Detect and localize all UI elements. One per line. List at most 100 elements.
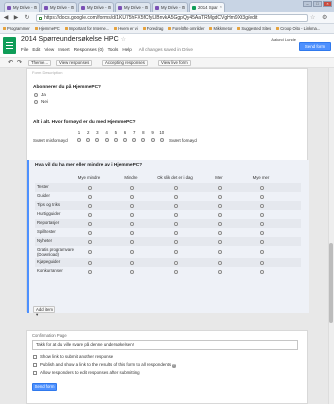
- browser-tab[interactable]: My Drive - G ×: [78, 2, 114, 12]
- scale-radio[interactable]: [159, 138, 164, 142]
- bookmark-item[interactable]: HjemmePC: [34, 26, 60, 31]
- radio-option[interactable]: [34, 93, 38, 97]
- scale-radio[interactable]: [95, 138, 100, 142]
- scale-radio[interactable]: [113, 138, 118, 142]
- grid-radio[interactable]: [218, 260, 222, 265]
- grid-radio[interactable]: [130, 221, 134, 226]
- grid-radio[interactable]: [218, 221, 222, 226]
- settings-wrench-icon[interactable]: ⚙: [322, 14, 327, 21]
- checkbox-publish-results[interactable]: [33, 363, 37, 367]
- grid-radio[interactable]: [130, 230, 134, 235]
- grid-radio[interactable]: [260, 194, 264, 199]
- grid-radio[interactable]: [174, 269, 178, 274]
- menu-edit[interactable]: Edit: [32, 47, 40, 52]
- radio-option[interactable]: [34, 100, 38, 104]
- grid-radio[interactable]: [88, 230, 92, 235]
- question-title[interactable]: Alt i alt. Hvor fornøyd er du med Hjemme…: [33, 120, 136, 125]
- star-icon[interactable]: ☆: [121, 37, 126, 43]
- grid-radio[interactable]: [174, 250, 178, 254]
- close-tab-icon[interactable]: ×: [109, 4, 111, 9]
- question-title[interactable]: Hva vil du ha mer eller mindre av i Hjem…: [35, 163, 142, 168]
- browser-tab[interactable]: My Drive - G ×: [115, 2, 151, 12]
- scrollbar-thumb[interactable]: [329, 243, 333, 323]
- form-description[interactable]: Form Description: [32, 70, 62, 75]
- bookmark-item[interactable]: Croop Oito - Linkma...: [276, 26, 320, 31]
- send-form-button[interactable]: Send form: [299, 42, 331, 51]
- close-tab-icon[interactable]: ×: [146, 4, 148, 9]
- grid-radio[interactable]: [88, 203, 92, 208]
- grid-radio[interactable]: [130, 194, 134, 199]
- grid-radio[interactable]: [218, 239, 222, 244]
- grid-radio[interactable]: [88, 194, 92, 199]
- grid-radio[interactable]: [174, 212, 178, 217]
- scale-radio[interactable]: [132, 138, 137, 142]
- bookmark-item[interactable]: Suggested Sites: [237, 26, 271, 31]
- undo-icon[interactable]: ↶: [8, 60, 13, 66]
- close-tab-icon[interactable]: ×: [35, 4, 37, 9]
- send-form-button-bottom[interactable]: Send form: [32, 383, 57, 391]
- bookmark-item[interactable]: Forelöfte omrilder: [168, 26, 204, 31]
- grid-radio[interactable]: [218, 230, 222, 235]
- grid-radio[interactable]: [88, 269, 92, 274]
- grid-radio[interactable]: [130, 212, 134, 217]
- grid-radio[interactable]: [174, 203, 178, 208]
- grid-radio[interactable]: [260, 203, 264, 208]
- grid-radio[interactable]: [260, 250, 264, 254]
- grid-radio[interactable]: [130, 260, 134, 265]
- scale-radio[interactable]: [141, 138, 146, 142]
- grid-radio[interactable]: [130, 250, 134, 254]
- grid-radio[interactable]: [218, 194, 222, 199]
- redo-icon[interactable]: ↷: [17, 60, 22, 66]
- grid-radio[interactable]: [88, 250, 92, 254]
- grid-radio[interactable]: [174, 221, 178, 226]
- grid-radio[interactable]: [260, 239, 264, 244]
- add-item-button[interactable]: Add item ▾: [33, 306, 55, 317]
- checkbox-allow-edit[interactable]: [33, 371, 37, 375]
- user-account[interactable]: Aalund Lunde: [271, 37, 296, 42]
- bookmark-item[interactable]: Mikkmetor: [209, 26, 232, 31]
- minimize-icon[interactable]: –: [303, 1, 312, 7]
- maximize-icon[interactable]: □: [313, 1, 322, 7]
- browser-tab-active[interactable]: 2014 Spar ×: [189, 2, 225, 12]
- grid-radio[interactable]: [260, 230, 264, 235]
- menu-responses[interactable]: Responses (0): [74, 47, 104, 52]
- scale-radio[interactable]: [86, 138, 91, 142]
- grid-radio[interactable]: [260, 269, 264, 274]
- confirmation-message-field[interactable]: Takk for at du ville svare på denne unde…: [32, 340, 298, 350]
- reload-icon[interactable]: ↻: [23, 14, 31, 22]
- accepting-responses-button[interactable]: Accepting responses: [102, 60, 148, 66]
- grid-radio[interactable]: [260, 260, 264, 265]
- grid-radio[interactable]: [130, 203, 134, 208]
- checkbox-submit-another[interactable]: [33, 355, 37, 359]
- close-tab-icon[interactable]: ×: [72, 4, 74, 9]
- url-field[interactable]: https://docs.google.com/forms/d/1KU75hFX…: [36, 14, 308, 22]
- scale-radio[interactable]: [77, 138, 81, 142]
- grid-radio[interactable]: [218, 269, 222, 274]
- menu-tools[interactable]: Tools: [108, 47, 119, 52]
- browser-tab[interactable]: My Drive - G ×: [41, 2, 77, 12]
- bookmark-star-icon[interactable]: ☆: [310, 14, 315, 21]
- document-title[interactable]: 2014 Spørreundersøkelse HPC ☆: [21, 36, 126, 43]
- grid-radio[interactable]: [88, 239, 92, 244]
- forms-logo-icon[interactable]: [3, 37, 16, 54]
- back-icon[interactable]: ◀: [2, 14, 10, 22]
- close-tab-icon[interactable]: ×: [220, 4, 222, 9]
- grid-radio[interactable]: [174, 185, 178, 190]
- scale-radio[interactable]: [123, 138, 127, 142]
- grid-radio[interactable]: [174, 260, 178, 265]
- grid-radio[interactable]: [88, 212, 92, 217]
- grid-radio[interactable]: [130, 239, 134, 244]
- bookmark-item[interactable]: Foredrag: [142, 26, 163, 31]
- grid-radio[interactable]: [260, 185, 264, 190]
- grid-radio[interactable]: [218, 250, 222, 254]
- menu-help[interactable]: Help: [122, 47, 131, 52]
- theme-button[interactable]: Theme...: [28, 60, 51, 66]
- grid-radio[interactable]: [88, 185, 92, 190]
- question-title[interactable]: Abonnerer du på HjemmePC?: [33, 85, 101, 90]
- bookmark-item[interactable]: Hvem er vi: [114, 26, 138, 31]
- view-responses-button[interactable]: View responses: [56, 60, 93, 66]
- grid-radio[interactable]: [260, 212, 264, 217]
- grid-radio[interactable]: [218, 212, 222, 217]
- grid-radio[interactable]: [218, 185, 222, 190]
- vertical-scrollbar[interactable]: [328, 68, 334, 404]
